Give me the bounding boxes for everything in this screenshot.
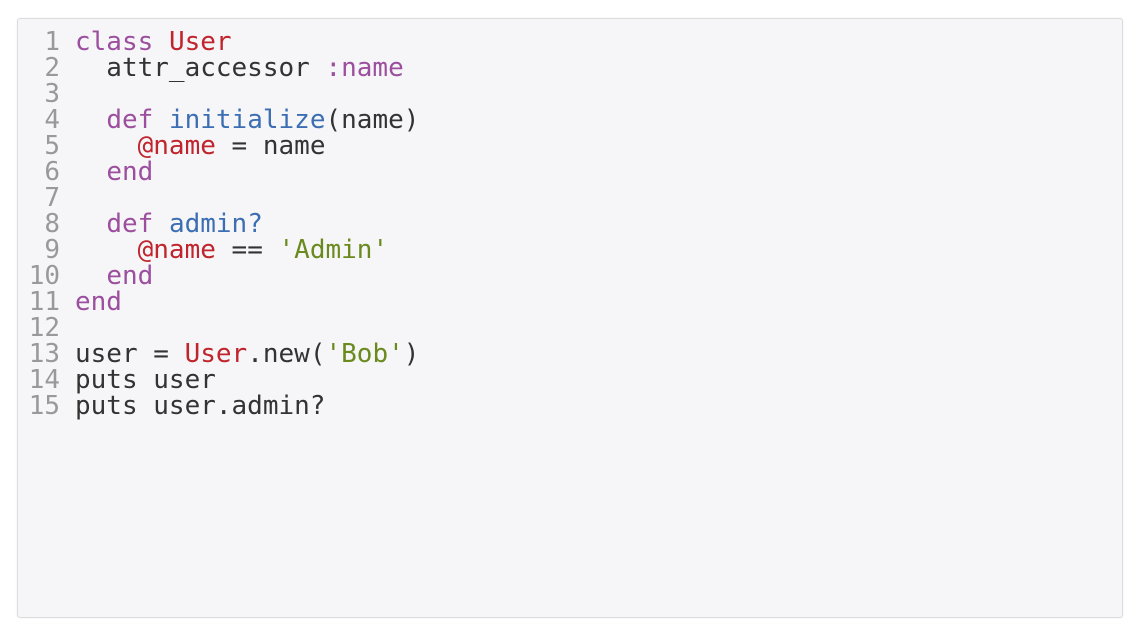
code-token: 'Admin': [278, 235, 389, 265]
line-number: 14: [28, 365, 60, 395]
code-editor[interactable]: 1 class User 2 attr_accessor :name 3 4 def i…: [17, 18, 1123, 618]
code-line[interactable]: 15 puts user.admin?: [18, 393, 419, 419]
line-content: def initialize(name): [75, 107, 419, 133]
code-token: .new(: [247, 339, 326, 369]
line-number: 11: [28, 287, 60, 317]
code-token: 'Bob': [325, 339, 404, 369]
code-token: puts user.admin?: [75, 391, 326, 421]
code-line[interactable]: 4 def initialize(name): [18, 107, 419, 133]
line-content: end: [75, 289, 122, 315]
code-token: end: [75, 287, 122, 317]
code-token: = name: [215, 131, 326, 161]
line-content: def admin?: [75, 211, 263, 237]
code-line[interactable]: 1 class User: [18, 29, 419, 55]
line-number: 13: [28, 339, 60, 369]
line-content: @name = name: [75, 131, 326, 161]
code-line[interactable]: 6 end: [18, 159, 419, 185]
line-number: 1: [44, 27, 60, 57]
line-content: attr_accessor :name: [75, 53, 404, 83]
line-number: 10: [28, 261, 60, 291]
code-line[interactable]: 14 puts user: [18, 367, 419, 393]
code-line[interactable]: 5 @name = name: [18, 133, 419, 159]
code-line[interactable]: 11 end: [18, 289, 419, 315]
line-number: 9: [44, 235, 60, 265]
line-number: 8: [44, 209, 60, 239]
line-content: puts user: [75, 367, 216, 393]
code-line[interactable]: 12: [18, 315, 419, 341]
code-token: ): [403, 339, 420, 369]
code-token: end: [106, 157, 154, 187]
code-line[interactable]: 10 end: [18, 263, 419, 289]
line-content: end: [75, 159, 153, 185]
code-area[interactable]: 1 class User 2 attr_accessor :name 3 4 def i…: [18, 29, 420, 419]
line-content: puts user.admin?: [75, 393, 325, 419]
code-token: :name: [325, 53, 404, 83]
line-content: end: [75, 263, 153, 289]
code-token: ==: [215, 235, 279, 265]
code-token: (name): [325, 105, 420, 135]
line-number: 3: [44, 79, 60, 109]
line-number: 7: [44, 183, 60, 213]
code-line[interactable]: 7: [18, 185, 419, 211]
line-content: user = User.new('Bob'): [75, 341, 419, 367]
line-number: 2: [44, 53, 60, 83]
line-content: class User: [75, 29, 232, 55]
line-number: 15: [28, 391, 60, 421]
code-line[interactable]: 2 attr_accessor :name: [18, 55, 419, 81]
line-number: 4: [44, 105, 60, 135]
code-token: attr_accessor: [75, 53, 326, 83]
code-line[interactable]: 9 @name == 'Admin': [18, 237, 419, 263]
code-line[interactable]: 13 user = User.new('Bob'): [18, 339, 420, 369]
line-number: 6: [44, 157, 60, 187]
line-number: 12: [28, 313, 60, 343]
code-line[interactable]: 3: [18, 81, 419, 107]
line-content: @name == 'Admin': [75, 237, 388, 263]
code-line[interactable]: 8 def admin?: [18, 211, 419, 237]
line-number: 5: [44, 131, 60, 161]
